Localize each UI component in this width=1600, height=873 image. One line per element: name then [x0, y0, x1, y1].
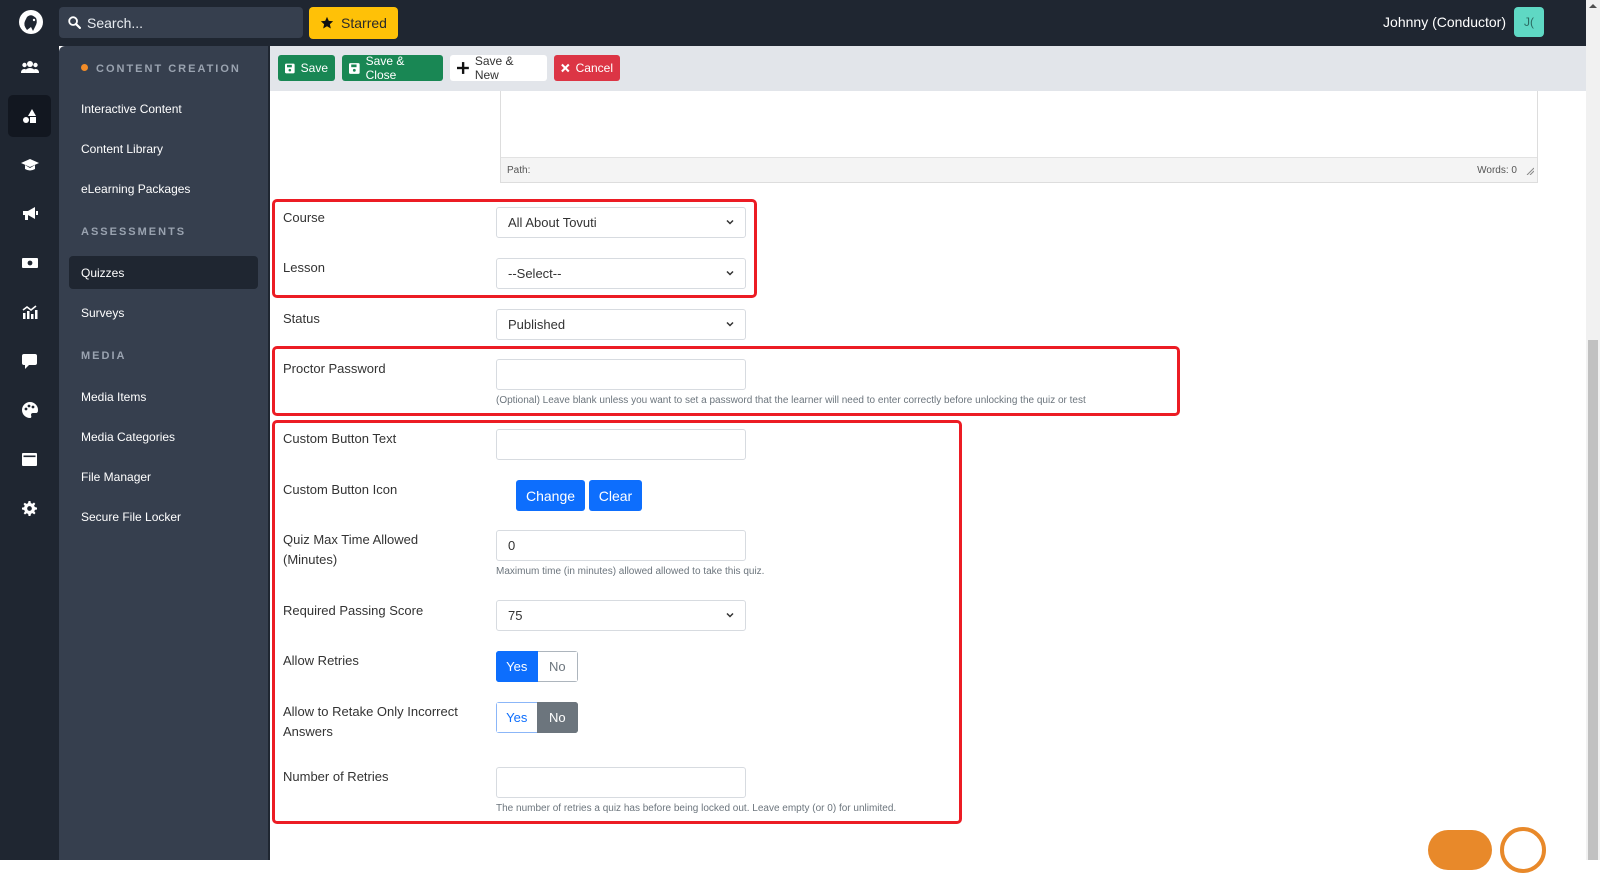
rail-courses[interactable]	[8, 144, 51, 186]
active-section-dot	[81, 64, 88, 71]
main-content: Save Save & Close Save & New Cancel Path…	[268, 46, 1588, 860]
nav-heading-content-creation: CONTENT CREATION	[81, 63, 241, 75]
rich-text-editor[interactable]: Path: Words: 0	[500, 91, 1538, 183]
avatar[interactable]: J(	[1514, 7, 1544, 37]
chevron-down-icon	[726, 321, 734, 327]
icon-rail	[0, 46, 59, 860]
chat-button[interactable]	[1500, 827, 1546, 873]
graduation-cap-icon	[20, 159, 39, 171]
gear-icon	[22, 500, 37, 516]
save-and-new-button[interactable]: Save & New	[450, 54, 547, 82]
save-and-close-button[interactable]: Save & Close	[342, 54, 443, 82]
rail-settings[interactable]	[8, 487, 51, 529]
comment-icon	[22, 353, 37, 369]
top-bar: Search... Starred Johnny (Conductor) J(	[0, 0, 1586, 46]
nav-item-surveys[interactable]: Surveys	[69, 296, 258, 329]
plus-icon	[457, 62, 469, 74]
nav-item-content-library[interactable]: Content Library	[69, 132, 258, 165]
window-icon	[22, 452, 37, 466]
nav-item-elearning-packages[interactable]: eLearning Packages	[69, 172, 258, 205]
starred-label: Starred	[341, 15, 387, 31]
editor-word-count: Words: 0	[1477, 165, 1517, 176]
rail-ecommerce[interactable]	[8, 242, 51, 284]
star-icon	[320, 16, 334, 29]
money-icon	[21, 258, 38, 268]
megaphone-icon	[22, 207, 38, 220]
nav-heading-assessments: ASSESSMENTS	[81, 226, 187, 238]
highlight-quiz-settings	[272, 420, 962, 824]
palette-icon	[21, 402, 38, 418]
shapes-icon	[22, 109, 36, 123]
app-logo[interactable]	[18, 9, 44, 35]
nav-item-media-items[interactable]: Media Items	[69, 380, 258, 413]
cancel-button[interactable]: Cancel	[554, 55, 620, 81]
rail-messages[interactable]	[8, 340, 51, 382]
search-input[interactable]: Search...	[59, 7, 303, 38]
floppy-disk-icon	[285, 63, 295, 73]
chart-icon	[22, 305, 37, 319]
search-placeholder: Search...	[87, 14, 144, 31]
save-button[interactable]: Save	[278, 55, 335, 81]
action-toolbar: Save Save & Close Save & New Cancel	[270, 46, 1588, 91]
highlight-proctor-password	[272, 346, 1180, 416]
nav-item-interactive-content[interactable]: Interactive Content	[69, 92, 258, 125]
nav-item-quizzes[interactable]: Quizzes	[69, 256, 258, 289]
scroll-up-arrow-icon[interactable]	[1589, 4, 1597, 8]
nav-item-media-categories[interactable]: Media Categories	[69, 420, 258, 453]
status-select[interactable]: Published	[496, 309, 746, 340]
status-label: Status	[283, 311, 320, 326]
resize-grip-icon[interactable]	[1526, 167, 1534, 175]
user-name[interactable]: Johnny (Conductor)	[1383, 14, 1506, 30]
editor-path: Path:	[507, 165, 531, 176]
rail-reports[interactable]	[8, 291, 51, 333]
rail-pages[interactable]	[8, 438, 51, 480]
rail-users[interactable]	[8, 46, 51, 88]
editor-statusbar: Path: Words: 0	[501, 157, 1537, 182]
search-icon	[68, 16, 81, 29]
close-icon	[561, 63, 570, 73]
starred-button[interactable]: Starred	[309, 7, 398, 39]
rail-content[interactable]	[8, 95, 51, 137]
nav-heading-media: MEDIA	[81, 350, 127, 362]
nav-item-secure-file-locker[interactable]: Secure File Locker	[69, 500, 258, 533]
page-scrollbar[interactable]	[1586, 0, 1600, 860]
highlight-course-lesson	[272, 199, 757, 298]
rail-announcements[interactable]	[8, 193, 51, 235]
scroll-thumb[interactable]	[1588, 340, 1598, 860]
nav-item-file-manager[interactable]: File Manager	[69, 460, 258, 493]
users-icon	[20, 61, 39, 73]
floppy-disk-icon	[349, 62, 360, 74]
side-nav: CONTENT CREATION Interactive Content Con…	[59, 46, 268, 860]
rail-appearance[interactable]	[8, 389, 51, 431]
help-button[interactable]	[1428, 830, 1492, 870]
